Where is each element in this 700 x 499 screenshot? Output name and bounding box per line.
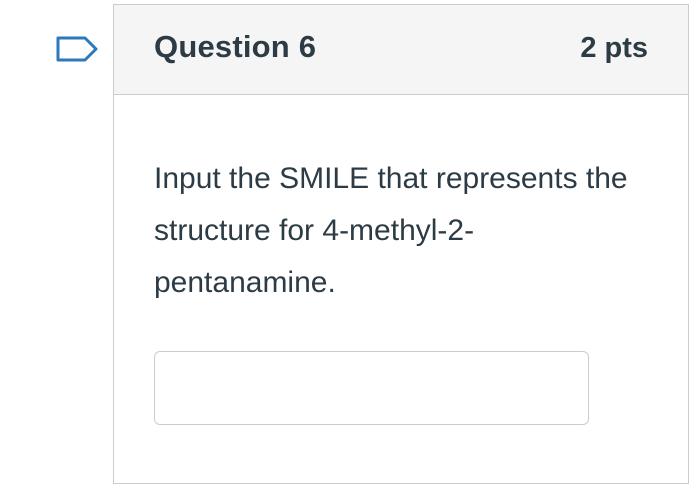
answer-input[interactable] xyxy=(154,351,589,425)
question-card: Question 6 2 pts Input the SMILE that re… xyxy=(113,4,689,484)
flag-outline-icon xyxy=(56,36,98,62)
question-header: Question 6 2 pts xyxy=(114,5,688,95)
flag-question-button[interactable] xyxy=(55,35,101,63)
question-title: Question 6 xyxy=(154,29,317,64)
question-points: 2 pts xyxy=(580,32,648,64)
question-text: Input the SMILE that represents the stru… xyxy=(154,162,628,299)
